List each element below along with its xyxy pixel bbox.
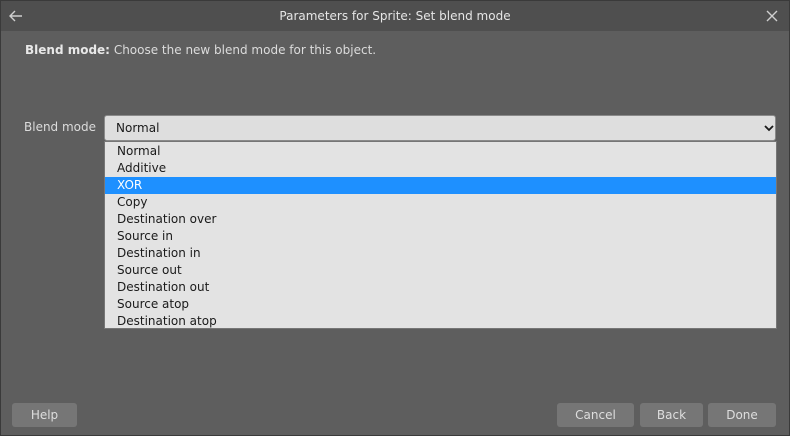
option-source-in[interactable]: Source in — [105, 228, 776, 245]
blend-mode-dialog: Parameters for Sprite: Set blend mode Bl… — [0, 0, 790, 436]
option-normal[interactable]: Normal — [105, 143, 776, 160]
dialog-titlebar: Parameters for Sprite: Set blend mode — [1, 1, 789, 31]
dialog-title: Parameters for Sprite: Set blend mode — [279, 9, 511, 23]
option-destination-in[interactable]: Destination in — [105, 245, 776, 262]
option-additive[interactable]: Additive — [105, 160, 776, 177]
instruction-text: Blend mode: Choose the new blend mode fo… — [25, 43, 376, 57]
option-copy[interactable]: Copy — [105, 194, 776, 211]
option-destination-over[interactable]: Destination over — [105, 211, 776, 228]
help-button[interactable]: Help — [12, 403, 77, 427]
option-source-out[interactable]: Source out — [105, 262, 776, 279]
close-icon[interactable] — [761, 4, 783, 28]
option-source-atop[interactable]: Source atop — [105, 296, 776, 313]
instruction-label: Blend mode: — [25, 43, 110, 57]
blend-mode-label: Blend mode — [24, 120, 97, 134]
cancel-button[interactable]: Cancel — [557, 403, 634, 427]
done-button[interactable]: Done — [708, 403, 776, 427]
instruction-body: Choose the new blend mode for this objec… — [113, 43, 377, 57]
back-button[interactable]: Back — [640, 403, 703, 427]
chevron-down-icon — [764, 125, 774, 132]
blend-mode-options: Normal Additive XOR Copy Destination ove… — [104, 141, 777, 329]
blend-mode-select-value: Normal — [116, 121, 160, 135]
blend-mode-select[interactable]: Normal — [104, 115, 776, 141]
arrow-left-icon[interactable] — [5, 4, 27, 28]
option-destination-out[interactable]: Destination out — [105, 279, 776, 296]
option-xor[interactable]: XOR — [105, 177, 776, 194]
option-destination-atop[interactable]: Destination atop — [105, 313, 776, 330]
